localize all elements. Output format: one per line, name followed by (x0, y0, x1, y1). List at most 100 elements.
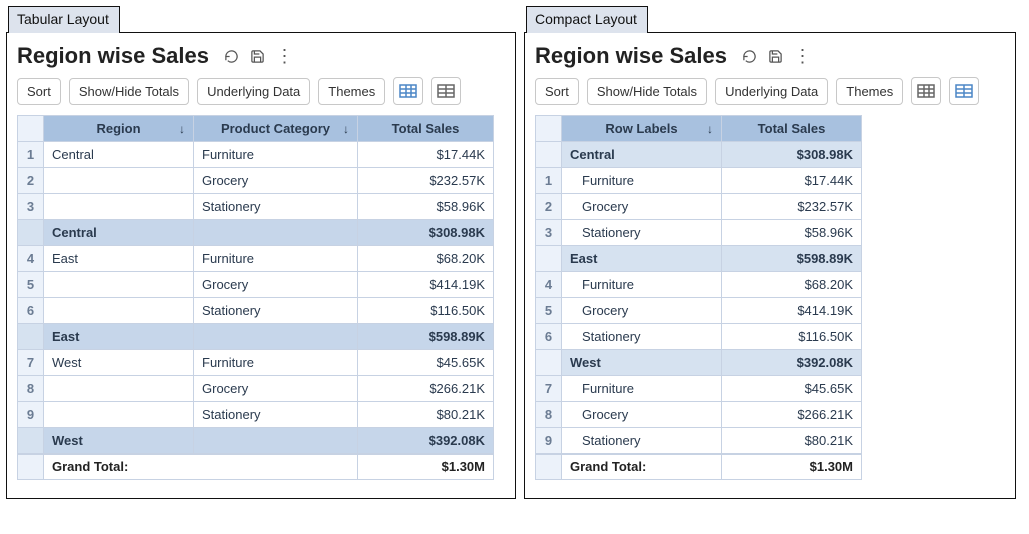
region-cell: West (44, 350, 194, 376)
region-label: West (562, 350, 722, 376)
category-cell: Grocery (562, 194, 722, 220)
tabular-view-icon[interactable] (393, 77, 423, 105)
row-number: 7 (18, 350, 44, 376)
table-row: 6Stationery$116.50K (18, 298, 494, 324)
category-cell: Stationery (194, 298, 358, 324)
table-row: 4EastFurniture$68.20K (18, 246, 494, 272)
grand-total-row: Grand Total:$1.30M (18, 454, 494, 480)
row-number: 9 (18, 402, 44, 428)
region-cell (44, 272, 194, 298)
subtotal-value: $598.89K (358, 324, 494, 350)
category-cell: Stationery (562, 220, 722, 246)
value-cell: $414.19K (722, 298, 862, 324)
themes-button[interactable]: Themes (318, 78, 385, 105)
table-row: 7WestFurniture$45.65K (18, 350, 494, 376)
category-cell: Furniture (562, 272, 722, 298)
col-header-region[interactable]: Region ↓ (44, 116, 194, 142)
pivot-table-tabular: Region ↓ Product Category ↓ Total Sales … (17, 115, 494, 480)
table-row: 8Grocery$266.21K (18, 376, 494, 402)
tabular-view-icon[interactable] (911, 77, 941, 105)
value-cell: $232.57K (358, 168, 494, 194)
subtotal-value: $308.98K (358, 220, 494, 246)
table-row: 4Furniture$68.20K (536, 272, 862, 298)
sort-arrow-down-icon[interactable]: ↓ (707, 122, 713, 136)
value-cell: $58.96K (358, 194, 494, 220)
region-cell (44, 298, 194, 324)
col-header-product-category[interactable]: Product Category ↓ (194, 116, 358, 142)
category-cell: Furniture (562, 168, 722, 194)
subtotal-value: $392.08K (358, 428, 494, 454)
table-row: 1Furniture$17.44K (536, 168, 862, 194)
region-cell (44, 194, 194, 220)
sort-button[interactable]: Sort (535, 78, 579, 105)
row-number: 7 (536, 376, 562, 402)
region-label: Central (562, 142, 722, 168)
row-number: 5 (18, 272, 44, 298)
value-cell: $80.21K (358, 402, 494, 428)
value-cell: $266.21K (722, 402, 862, 428)
refresh-icon[interactable] (741, 47, 759, 65)
value-cell: $58.96K (722, 220, 862, 246)
row-number (18, 428, 44, 454)
subtotal-row: West$392.08K (18, 428, 494, 454)
row-number: 9 (536, 428, 562, 454)
tab-tabular-layout[interactable]: Tabular Layout (8, 6, 120, 33)
table-row: 6Stationery$116.50K (536, 324, 862, 350)
category-cell: Stationery (562, 324, 722, 350)
subtotal-spacer (194, 428, 358, 454)
subtotal-row: Central$308.98K (18, 220, 494, 246)
themes-button[interactable]: Themes (836, 78, 903, 105)
subtotal-row: East$598.89K (18, 324, 494, 350)
region-cell (44, 376, 194, 402)
col-header-region-label: Region (96, 121, 140, 136)
row-number: 3 (536, 220, 562, 246)
region-subtotal: $598.89K (722, 246, 862, 272)
save-icon[interactable] (767, 47, 785, 65)
table-row: 5Grocery$414.19K (18, 272, 494, 298)
region-cell: Central (44, 142, 194, 168)
value-cell: $68.20K (358, 246, 494, 272)
row-number (536, 454, 562, 480)
region-subtotal: $308.98K (722, 142, 862, 168)
compact-view-icon[interactable] (431, 77, 461, 105)
more-options-icon[interactable]: ⋮ (275, 47, 293, 65)
refresh-icon[interactable] (223, 47, 241, 65)
table-row: 8Grocery$266.21K (536, 402, 862, 428)
table-row: 1CentralFurniture$17.44K (18, 142, 494, 168)
category-cell: Furniture (194, 142, 358, 168)
subtotal-spacer (194, 324, 358, 350)
value-cell: $45.65K (722, 376, 862, 402)
category-cell: Furniture (194, 246, 358, 272)
region-header-row[interactable]: East$598.89K (536, 246, 862, 272)
col-header-product-category-label: Product Category (221, 121, 330, 136)
col-header-row-labels[interactable]: Row Labels ↓ (562, 116, 722, 142)
value-cell: $116.50K (358, 298, 494, 324)
show-hide-totals-button[interactable]: Show/Hide Totals (69, 78, 189, 105)
category-cell: Grocery (562, 402, 722, 428)
region-header-row[interactable]: Central$308.98K (536, 142, 862, 168)
underlying-data-button[interactable]: Underlying Data (715, 78, 828, 105)
show-hide-totals-button[interactable]: Show/Hide Totals (587, 78, 707, 105)
table-row: 2Grocery$232.57K (18, 168, 494, 194)
tab-compact-layout[interactable]: Compact Layout (526, 6, 648, 33)
sort-button[interactable]: Sort (17, 78, 61, 105)
sort-arrow-down-icon[interactable]: ↓ (179, 122, 185, 136)
compact-view-icon[interactable] (949, 77, 979, 105)
region-header-row[interactable]: West$392.08K (536, 350, 862, 376)
value-cell: $68.20K (722, 272, 862, 298)
col-header-total-sales[interactable]: Total Sales (722, 116, 862, 142)
row-number (18, 220, 44, 246)
table-row: 3Stationery$58.96K (536, 220, 862, 246)
col-header-total-sales[interactable]: Total Sales (358, 116, 494, 142)
sort-arrow-down-icon[interactable]: ↓ (343, 122, 349, 136)
corner-cell (18, 116, 44, 142)
grand-total-row: Grand Total:$1.30M (536, 454, 862, 480)
category-cell: Grocery (194, 376, 358, 402)
value-cell: $232.57K (722, 194, 862, 220)
col-header-total-sales-label: Total Sales (392, 121, 460, 136)
category-cell: Furniture (194, 350, 358, 376)
underlying-data-button[interactable]: Underlying Data (197, 78, 310, 105)
pivot-table-compact: Row Labels ↓ Total Sales Central$308.98K… (535, 115, 862, 480)
save-icon[interactable] (249, 47, 267, 65)
more-options-icon[interactable]: ⋮ (793, 47, 811, 65)
